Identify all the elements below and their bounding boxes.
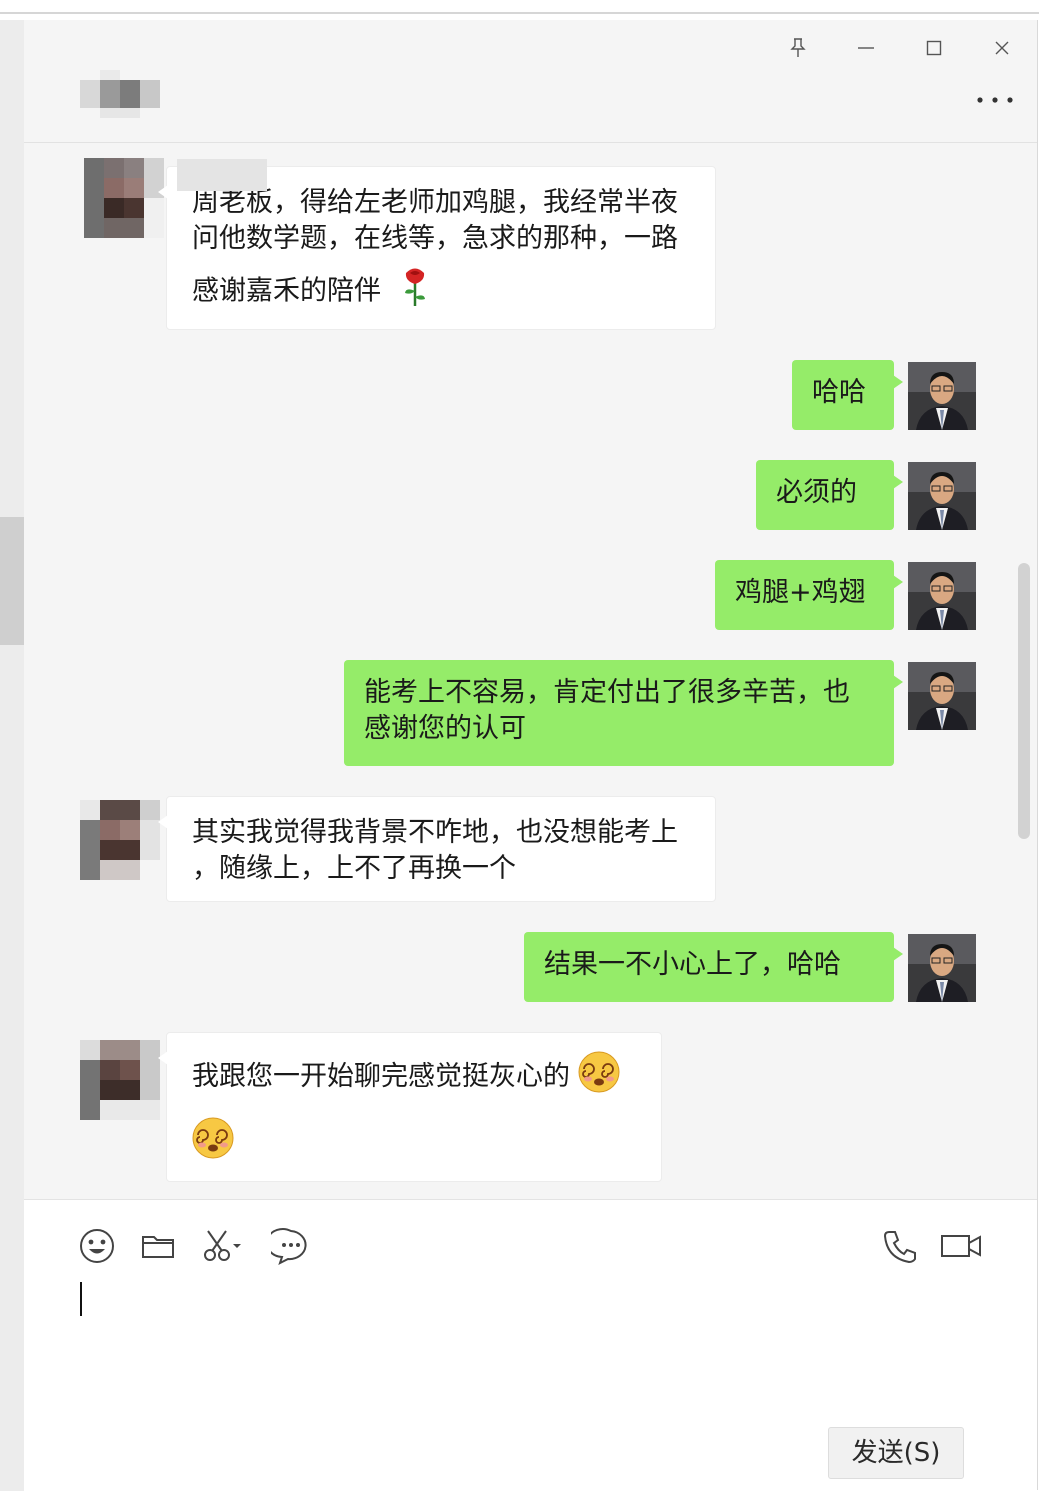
message-bubble-incoming[interactable]: 其实我觉得我背景不咋地，也没想能考上 ，随缘上，上不了再换一个 [158, 796, 716, 902]
maximize-icon[interactable] [920, 34, 948, 62]
message-bubble-outgoing[interactable]: 鸡腿+鸡翅 [715, 560, 903, 630]
emoji-icon[interactable] [77, 1226, 117, 1266]
contact-avatar[interactable] [80, 1040, 160, 1120]
video-camera-icon[interactable] [940, 1226, 984, 1266]
minimize-icon[interactable] [852, 34, 880, 62]
background-scrollbar-thumb [0, 517, 24, 645]
message-input[interactable] [80, 1280, 1000, 1410]
message-bubble-outgoing[interactable]: 结果一不小心上了，哈哈 [524, 932, 903, 1002]
message-bubble-outgoing[interactable]: 能考上不容易，肯定付出了很多辛苦，也 感谢您的认可 [344, 660, 903, 766]
background-window-edge [0, 20, 24, 1491]
message-line: 必须的 [776, 477, 857, 508]
message-line: 感谢您的认可 [364, 713, 526, 744]
send-button[interactable]: 发送(S) [828, 1427, 964, 1479]
chat-header [24, 20, 1037, 143]
dizzy-face-emoji [192, 1117, 637, 1169]
chat-window: 周老板，得给左老师加鸡腿，我经常半夜 问他数学题，在线等，急求的那种，一路 感谢… [24, 20, 1038, 1490]
phone-icon[interactable] [880, 1226, 920, 1266]
rose-emoji [402, 267, 428, 317]
message-line: ，随缘上，上不了再换一个 [192, 853, 516, 884]
more-dots-icon[interactable] [973, 86, 1017, 114]
top-border [0, 12, 1039, 14]
message-line: 我跟您一开始聊完感觉挺灰心的 [192, 1061, 570, 1092]
scissors-icon[interactable] [200, 1226, 250, 1266]
folder-icon[interactable] [138, 1226, 178, 1266]
message-bubble-outgoing[interactable]: 必须的 [756, 460, 903, 530]
dizzy-face-emoji [578, 1051, 620, 1103]
my-avatar[interactable] [908, 362, 976, 430]
contact-avatar[interactable] [80, 800, 160, 880]
chat-scrollbar[interactable] [1018, 563, 1030, 839]
message-line: 感谢嘉禾的陪伴 [192, 275, 381, 307]
message-line: 其实我觉得我背景不咋地，也没想能考上 [192, 817, 678, 848]
message-list[interactable]: 周老板，得给左老师加鸡腿，我经常半夜 问他数学题，在线等，急求的那种，一路 感谢… [24, 143, 1037, 1199]
close-icon[interactable] [988, 34, 1016, 62]
contact-avatar[interactable] [84, 158, 164, 238]
message-line: 哈哈 [812, 377, 866, 408]
chat-bubble-icon[interactable] [265, 1226, 311, 1266]
my-avatar[interactable] [908, 934, 976, 1002]
message-line: 能考上不容易，肯定付出了很多辛苦，也 [364, 677, 850, 708]
contact-name-pixelated [80, 70, 160, 118]
my-avatar[interactable] [908, 562, 976, 630]
my-avatar[interactable] [908, 662, 976, 730]
message-bubble-incoming[interactable]: 周老板，得给左老师加鸡腿，我经常半夜 问他数学题，在线等，急求的那种，一路 感谢… [158, 159, 716, 330]
message-line: 鸡腿+鸡翅 [735, 577, 866, 608]
message-bubble-outgoing[interactable]: 哈哈 [792, 360, 903, 430]
pin-icon[interactable] [784, 34, 812, 62]
compose-area[interactable]: 发送(S) [24, 1199, 1037, 1490]
message-line: 问他数学题，在线等，急求的那种，一路 [192, 223, 678, 254]
message-line: 结果一不小心上了，哈哈 [544, 949, 841, 980]
my-avatar[interactable] [908, 462, 976, 530]
name-blur-overlay [177, 159, 267, 191]
message-bubble-incoming[interactable]: 我跟您一开始聊完感觉挺灰心的 [158, 1032, 662, 1182]
